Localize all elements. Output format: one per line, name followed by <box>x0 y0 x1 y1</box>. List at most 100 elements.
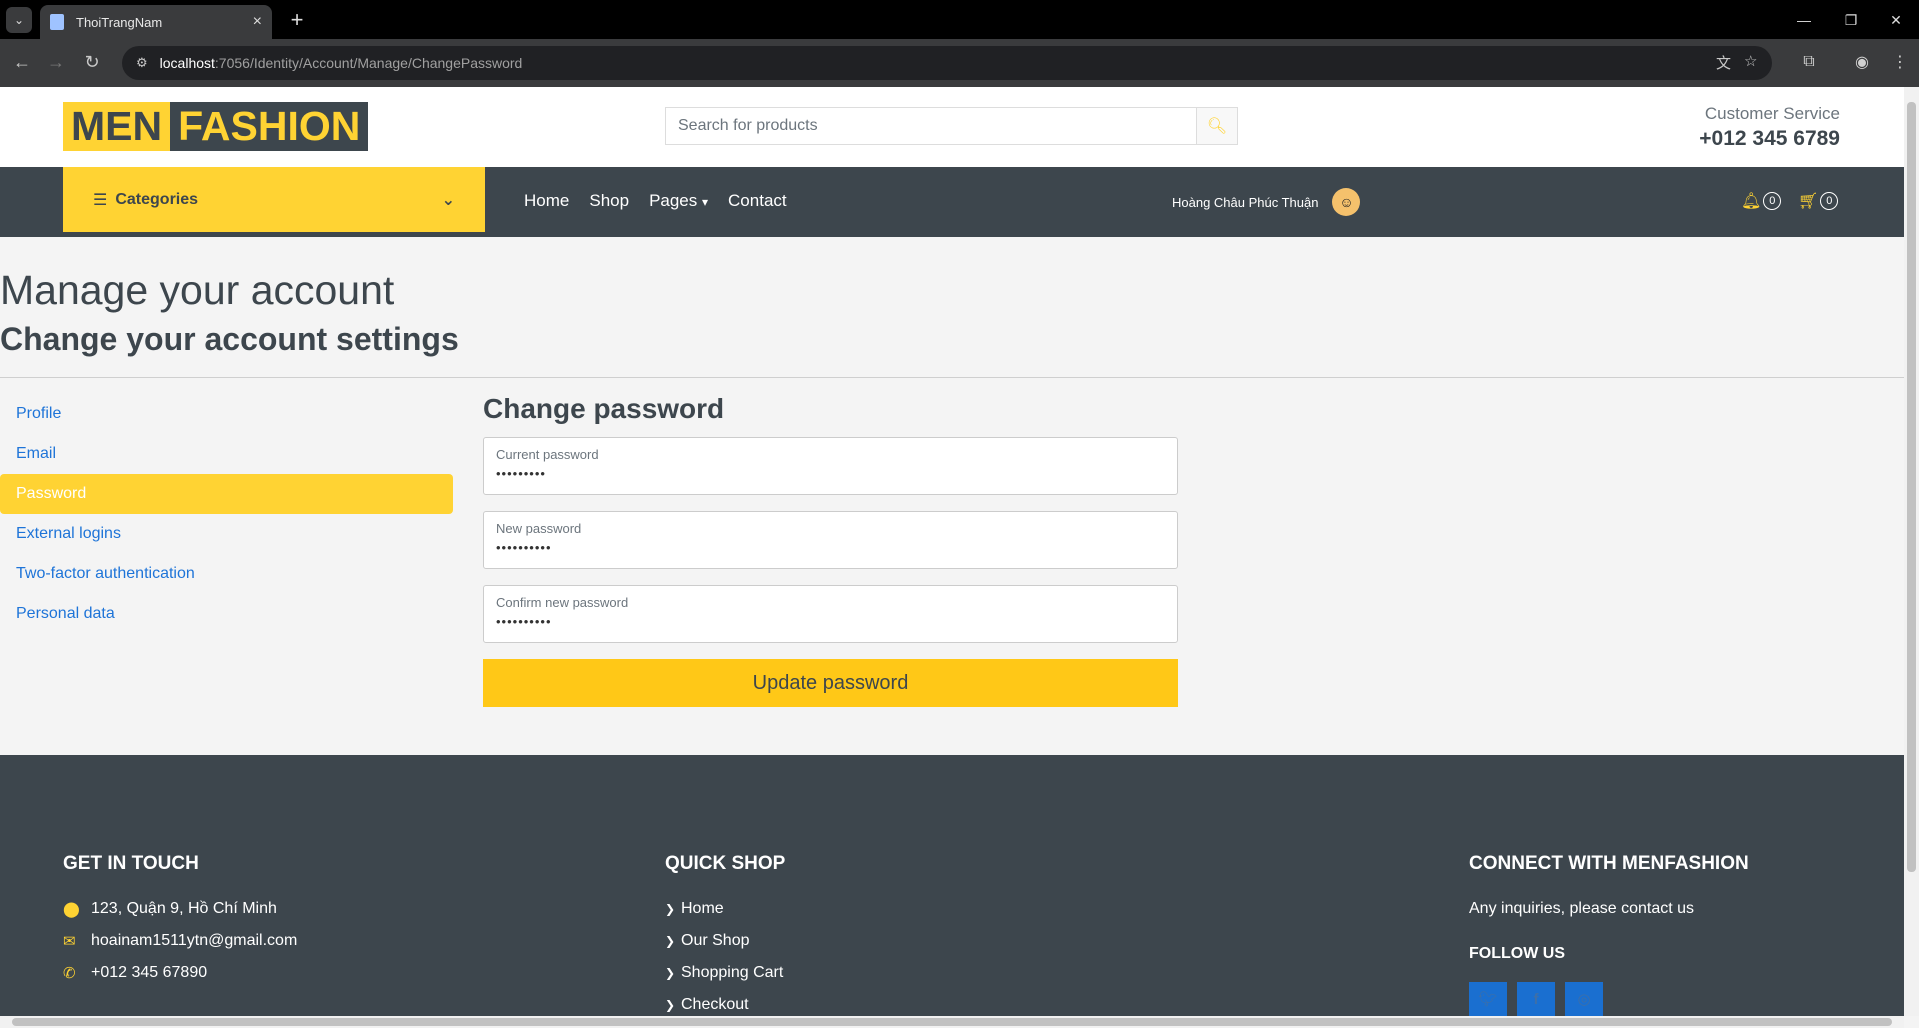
phone-icon: ✆ <box>63 965 76 982</box>
browser-tab[interactable]: ThoiTrangNam × <box>40 5 272 39</box>
current-password-value: ••••••••• <box>496 466 546 481</box>
footer-link-checkout[interactable]: ❯ Checkout <box>665 996 749 1014</box>
sidebar-item-external-logins[interactable]: External logins <box>0 514 453 554</box>
map-marker-icon: ⬤ <box>63 901 80 918</box>
customer-service-phone: +012 345 6789 <box>1699 127 1840 150</box>
tab-close-icon[interactable]: × <box>253 13 262 31</box>
nav-link-home[interactable]: Home <box>524 191 569 211</box>
instagram-icon: ◎ <box>1577 991 1591 1008</box>
url-path: :7056/Identity/Account/Manage/ChangePass… <box>214 55 523 71</box>
browser-menu-icon[interactable]: ⋮ <box>1886 48 1914 76</box>
logo-part-fashion: FASHION <box>170 102 369 151</box>
nav-link-pages-label: Pages <box>649 191 698 210</box>
search-icon: 🔍︎ <box>1206 118 1228 135</box>
address-bar[interactable]: ⚙ localhost:7056/Identity/Account/Manage… <box>122 46 1772 80</box>
twitter-icon: 🐦︎ <box>1478 991 1498 1008</box>
instagram-button[interactable]: ◎ <box>1565 982 1603 1016</box>
user-menu[interactable]: Hoàng Châu Phúc Thuận ☺ <box>1172 188 1361 216</box>
avatar: ☺ <box>1332 188 1361 216</box>
site-info-icon[interactable]: ⚙ <box>136 55 148 71</box>
reload-icon[interactable]: ↻ <box>78 48 106 76</box>
chevron-right-icon: ❯ <box>665 934 676 948</box>
pages-chevron-down-icon: ▾ <box>702 195 709 209</box>
horizontal-scrollbar-thumb[interactable] <box>12 1018 1892 1026</box>
bell-icon: 🔔︎ <box>1741 193 1762 210</box>
profile-icon[interactable]: ◉ <box>1848 48 1876 76</box>
cart-icon: 🛒︎ <box>1798 193 1819 210</box>
back-icon[interactable]: ← <box>8 48 36 76</box>
restore-icon[interactable]: ❐ <box>1829 6 1873 34</box>
page-subtitle: Change your account settings <box>0 321 459 357</box>
sidebar-item-password[interactable]: Password <box>0 474 453 514</box>
footer-address-text: 123, Quận 9, Hồ Chí Minh <box>91 900 277 917</box>
categories-label: Categories <box>115 190 199 208</box>
vertical-scrollbar-thumb[interactable] <box>1907 102 1916 872</box>
user-name: Hoàng Châu Phúc Thuận <box>1172 194 1319 210</box>
bars-icon: ☰ <box>93 191 108 209</box>
footer-connect-text: Any inquiries, please contact us <box>1469 900 1695 917</box>
sidebar-item-email[interactable]: Email <box>0 434 453 474</box>
tab-search-button[interactable]: ⌄ <box>6 7 32 33</box>
close-window-icon[interactable]: ✕ <box>1874 6 1918 34</box>
site-logo[interactable]: MEN FASHION <box>63 102 369 151</box>
search-button[interactable]: 🔍︎ <box>1196 107 1238 145</box>
nav-link-pages[interactable]: Pages ▾ <box>649 191 708 211</box>
footer-phone: ✆ +012 345 67890 <box>63 964 207 982</box>
new-tab-button[interactable]: + <box>284 7 310 33</box>
confirm-password-label: Confirm new password <box>496 595 629 610</box>
facebook-button[interactable]: f <box>1517 982 1555 1016</box>
footer-follow-title: FOLLOW US <box>1469 945 1565 962</box>
logo-part-men: MEN <box>63 102 171 151</box>
categories-dropdown[interactable]: ☰ Categories ⌄ <box>63 167 485 232</box>
confirm-password-value: •••••••••• <box>496 614 552 629</box>
footer-link-our-shop[interactable]: ❯ Our Shop <box>665 932 749 950</box>
footer-link-checkout-label: Checkout <box>681 996 749 1013</box>
footer-email-text: hoainam1511ytn@gmail.com <box>91 932 298 949</box>
extensions-icon[interactable]: ⧉ <box>1795 48 1823 76</box>
nav-links: Home Shop Pages ▾ Contact <box>524 191 787 211</box>
url-host: localhost <box>159 55 215 71</box>
nav-link-shop[interactable]: Shop <box>589 191 629 211</box>
sidebar-item-personal-data[interactable]: Personal data <box>0 594 453 634</box>
bookmark-star-icon[interactable]: ☆ <box>1744 52 1757 70</box>
search-form: 🔍︎ <box>665 107 1238 145</box>
footer-link-shopping-cart-label: Shopping Cart <box>681 964 784 981</box>
sidebar-item-profile[interactable]: Profile <box>0 394 453 434</box>
cart-count: 0 <box>1820 192 1839 210</box>
minimize-icon[interactable]: — <box>1782 6 1826 34</box>
new-password-field[interactable]: New password •••••••••• <box>483 511 1178 569</box>
footer-quick-shop-title: QUICK SHOP <box>665 853 786 874</box>
new-password-label: New password <box>496 521 582 536</box>
chevron-right-icon: ❯ <box>665 966 676 980</box>
footer-phone-text: +012 345 67890 <box>91 964 208 981</box>
confirm-password-field[interactable]: Confirm new password •••••••••• <box>483 585 1178 643</box>
nav-link-contact[interactable]: Contact <box>728 191 787 211</box>
cart-button[interactable]: 🛒︎ 0 <box>1798 191 1839 211</box>
current-password-field[interactable]: Current password ••••••••• <box>483 437 1178 495</box>
update-password-button[interactable]: Update password <box>483 659 1178 707</box>
chevron-down-icon: ⌄ <box>441 191 455 209</box>
new-password-value: •••••••••• <box>496 540 552 555</box>
envelope-icon: ✉ <box>63 933 76 950</box>
notifications-button[interactable]: 🔔︎ 0 <box>1741 191 1782 211</box>
tab-title: ThoiTrangNam <box>76 14 163 30</box>
chevron-right-icon: ❯ <box>665 902 676 916</box>
current-password-label: Current password <box>496 447 599 462</box>
forward-icon[interactable]: → <box>42 48 70 76</box>
page-title: Manage your account <box>0 267 395 313</box>
facebook-icon: f <box>1533 990 1539 1008</box>
page-favicon-icon <box>50 14 64 30</box>
footer-link-home[interactable]: ❯ Home <box>665 900 724 918</box>
chevron-right-icon: ❯ <box>665 998 676 1012</box>
sidebar-item-two-factor[interactable]: Two-factor authentication <box>0 554 453 594</box>
divider <box>0 377 1904 378</box>
notification-count: 0 <box>1763 192 1782 210</box>
footer-link-shopping-cart[interactable]: ❯ Shopping Cart <box>665 964 783 982</box>
twitter-button[interactable]: 🐦︎ <box>1469 982 1507 1016</box>
translate-icon[interactable]: 文 <box>1716 52 1731 73</box>
search-input[interactable] <box>665 107 1196 145</box>
footer-email: ✉ hoainam1511ytn@gmail.com <box>63 932 297 950</box>
customer-service-label: Customer Service <box>1704 104 1840 123</box>
footer-connect-title: CONNECT WITH MENFASHION <box>1469 853 1749 874</box>
footer-link-home-label: Home <box>681 900 724 917</box>
